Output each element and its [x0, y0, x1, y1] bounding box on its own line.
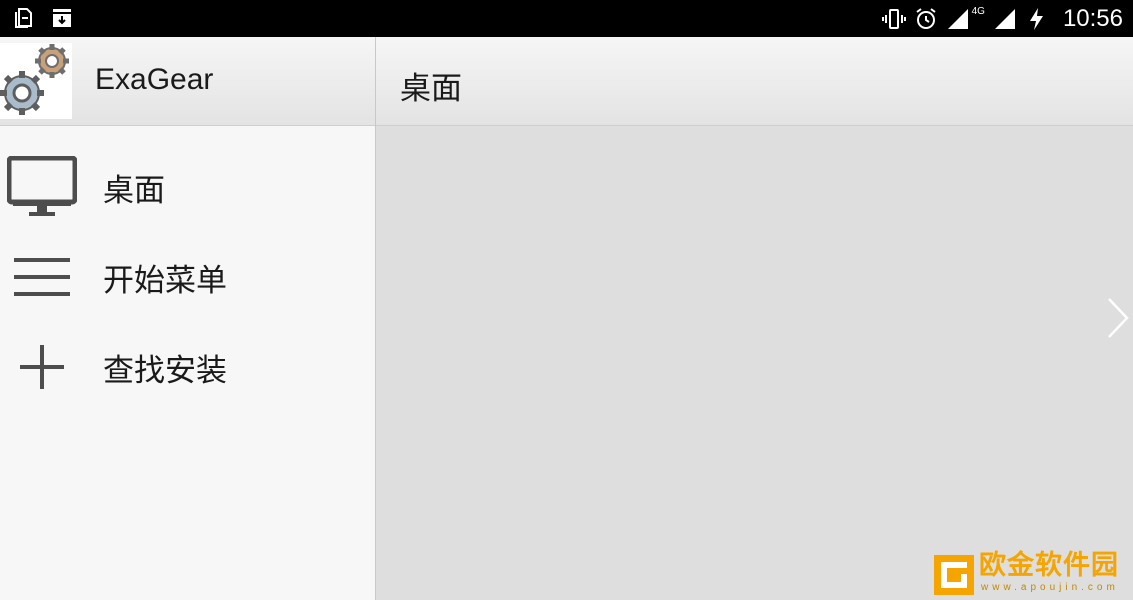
watermark-logo-icon: [933, 554, 975, 596]
signal-icon: [946, 7, 970, 31]
drawer-item-label: 桌面: [103, 172, 165, 209]
status-clock: 10:56: [1062, 5, 1123, 32]
alarm-icon: [914, 7, 938, 31]
drawer-item-find-install[interactable]: 查找安装: [0, 322, 375, 412]
watermark-name: 欧金软件园: [979, 550, 1119, 581]
charging-icon: [1025, 7, 1049, 31]
status-left-icons: [12, 6, 74, 30]
vibrate-icon: [881, 7, 906, 31]
exagear-logo-icon: [0, 43, 72, 119]
status-bar: 4G 10:56: [0, 0, 1133, 37]
chevron-right-icon[interactable]: [1105, 296, 1131, 340]
app-name: ExaGear: [95, 63, 214, 96]
drawer-item-desktop[interactable]: 桌面: [0, 142, 375, 232]
desktop-content-area[interactable]: 欧金软件园 www.apoujin.com: [376, 126, 1133, 600]
drawer-item-start-menu[interactable]: 开始菜单: [0, 232, 375, 322]
network-type-label: 4G: [971, 5, 985, 17]
watermark-url: www.apoujin.com: [981, 582, 1119, 593]
plus-icon: [7, 335, 77, 399]
content-header: 桌面: [376, 37, 1133, 126]
watermark: 欧金软件园 www.apoujin.com: [933, 550, 1128, 598]
menu-lines-icon: [7, 245, 77, 309]
document-icon: [12, 6, 36, 30]
drawer-header: ExaGear: [0, 37, 375, 126]
drawer-item-label: 开始菜单: [103, 262, 227, 299]
navigation-drawer: ExaGear 桌面 开始菜单 查找安装: [0, 37, 376, 600]
drawer-item-label: 查找安装: [103, 352, 227, 389]
status-right-icons: 4G 10:56: [881, 3, 1123, 35]
app-window: ExaGear 桌面 开始菜单 查找安装 桌面 欧金软件园 www.apouji…: [0, 37, 1133, 600]
signal-4g-icon: [993, 7, 1017, 31]
page-title: 桌面: [400, 71, 462, 107]
download-tray-icon: [50, 6, 74, 30]
monitor-icon: [7, 155, 77, 219]
